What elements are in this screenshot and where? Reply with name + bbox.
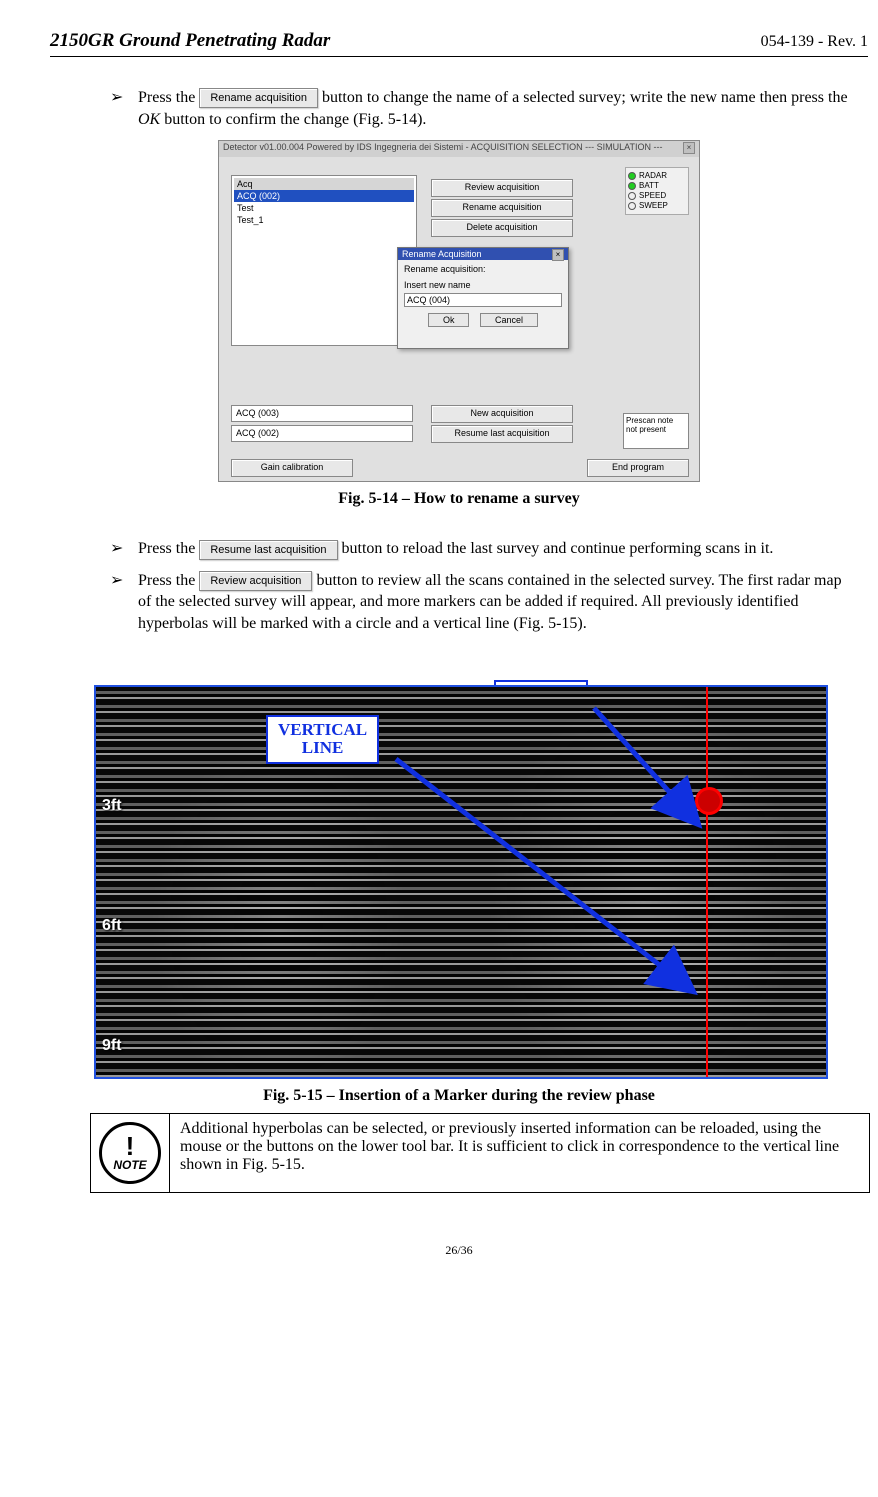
close-icon[interactable]: × (552, 249, 564, 261)
text-fragment: button to change the name of a selected … (322, 89, 848, 106)
fig-5-15-caption: Fig. 5-15 – Insertion of a Marker during… (50, 1087, 868, 1105)
bullet-icon: ➢ (110, 570, 138, 635)
new-name-input[interactable] (404, 293, 562, 307)
window-title-text: Detector v01.00.004 Powered by IDS Ingeg… (223, 142, 662, 152)
review-acquisition-button[interactable]: Review acquisition (431, 179, 573, 197)
dialog-label: Insert new name (404, 280, 562, 290)
text-fragment: Press the (138, 540, 199, 557)
bullet-review-text: Press the Review acquisition button to r… (138, 570, 858, 635)
fig-5-14-screenshot: × Detector v01.00.004 Powered by IDS Ing… (218, 140, 700, 482)
text-fragment: Press the (138, 89, 199, 106)
note-bang: ! (126, 1134, 135, 1158)
depth-label: 3ft (102, 797, 122, 815)
note-icon-cell: ! NOTE (91, 1113, 170, 1192)
status-dot-icon (628, 192, 636, 200)
end-program-button[interactable]: End program (587, 459, 689, 477)
text-fragment: button to reload the last survey and con… (342, 540, 774, 557)
dialog-titlebar: × Rename Acquisition (398, 248, 568, 260)
bullet-resume-text: Press the Resume last acquisition button… (138, 538, 858, 560)
note-box: ! NOTE Additional hyperbolas can be sele… (90, 1113, 870, 1193)
dialog-title-text: Rename Acquisition (402, 249, 482, 259)
acq-field-1[interactable]: ACQ (003) (231, 405, 413, 422)
text-fragment: Press the (138, 572, 199, 589)
prescan-note-box: Prescan note not present (623, 413, 689, 449)
bullet-resume: ➢ Press the Resume last acquisition butt… (110, 538, 858, 560)
page-number: 26/36 (50, 1243, 868, 1258)
rename-acquisition-button[interactable]: Rename acquisition (431, 199, 573, 217)
circle-marker (695, 787, 723, 815)
resume-last-acquisition-button[interactable]: Resume last acquisition (199, 540, 337, 560)
bullet-review: ➢ Press the Review acquisition button to… (110, 570, 858, 635)
status-label: RADAR (639, 171, 667, 180)
note-icon: ! NOTE (99, 1122, 161, 1184)
acquisition-list[interactable]: Acq ACQ (002) Test Test_1 (231, 175, 417, 346)
dialog-label: Rename acquisition: (404, 264, 562, 274)
window-titlebar: × Detector v01.00.004 Powered by IDS Ing… (219, 141, 699, 157)
radar-texture (96, 687, 826, 1077)
radar-map: 3ft 6ft 9ft VERTICAL LINE (94, 685, 828, 1079)
bullet-rename-text: Press the Rename acquisition button to c… (138, 87, 858, 130)
list-header: Acq (234, 178, 414, 190)
acq-field-2[interactable]: ACQ (002) (231, 425, 413, 442)
note-label: NOTE (113, 1158, 146, 1172)
page-header: 2150GR Ground Penetrating Radar 054-139 … (50, 30, 868, 57)
new-acquisition-button[interactable]: New acquisition (431, 405, 573, 423)
review-acquisition-button[interactable]: Review acquisition (199, 571, 312, 591)
ok-button[interactable]: Ok (428, 313, 470, 327)
list-item[interactable]: Test_1 (234, 214, 414, 226)
depth-label: 9ft (102, 1037, 122, 1055)
close-icon[interactable]: × (683, 142, 695, 154)
resume-last-acquisition-button[interactable]: Resume last acquisition (431, 425, 573, 443)
status-label: BATT (639, 181, 659, 190)
status-dot-icon (628, 182, 636, 190)
doc-title: 2150GR Ground Penetrating Radar (50, 30, 330, 52)
doc-rev: 054-139 - Rev. 1 (761, 33, 868, 51)
delete-acquisition-button[interactable]: Delete acquisition (431, 219, 573, 237)
cancel-button[interactable]: Cancel (480, 313, 538, 327)
fig-5-15-container: CIRCLE 3ft 6ft 9ft VERTICAL LINE (94, 685, 824, 1079)
status-label: SPEED (639, 191, 666, 200)
fig-5-14-caption: Fig. 5-14 – How to rename a survey (50, 490, 868, 508)
vertical-marker-line (706, 687, 708, 1077)
callout-vertical-line: VERTICAL LINE (266, 715, 379, 764)
status-label: SWEEP (639, 201, 668, 210)
status-dot-icon (628, 172, 636, 180)
callout-text: VERTICAL (278, 720, 367, 739)
bullet-icon: ➢ (110, 538, 138, 560)
ok-word: OK (138, 111, 160, 128)
callout-text: LINE (302, 738, 344, 757)
rename-dialog: × Rename Acquisition Rename acquisition:… (397, 247, 569, 349)
depth-label: 6ft (102, 917, 122, 935)
gain-calibration-button[interactable]: Gain calibration (231, 459, 353, 477)
bullet-icon: ➢ (110, 87, 138, 130)
status-panel: RADAR BATT SPEED SWEEP (625, 167, 689, 215)
list-item[interactable]: Test (234, 202, 414, 214)
bullet-rename: ➢ Press the Rename acquisition button to… (110, 87, 858, 130)
list-item[interactable]: ACQ (002) (234, 190, 414, 202)
note-text: Additional hyperbolas can be selected, o… (170, 1113, 870, 1192)
status-dot-icon (628, 202, 636, 210)
rename-acquisition-button[interactable]: Rename acquisition (199, 88, 318, 108)
text-fragment: button to confirm the change (Fig. 5-14)… (164, 111, 426, 128)
fig-5-14-container: × Detector v01.00.004 Powered by IDS Ing… (50, 140, 868, 508)
